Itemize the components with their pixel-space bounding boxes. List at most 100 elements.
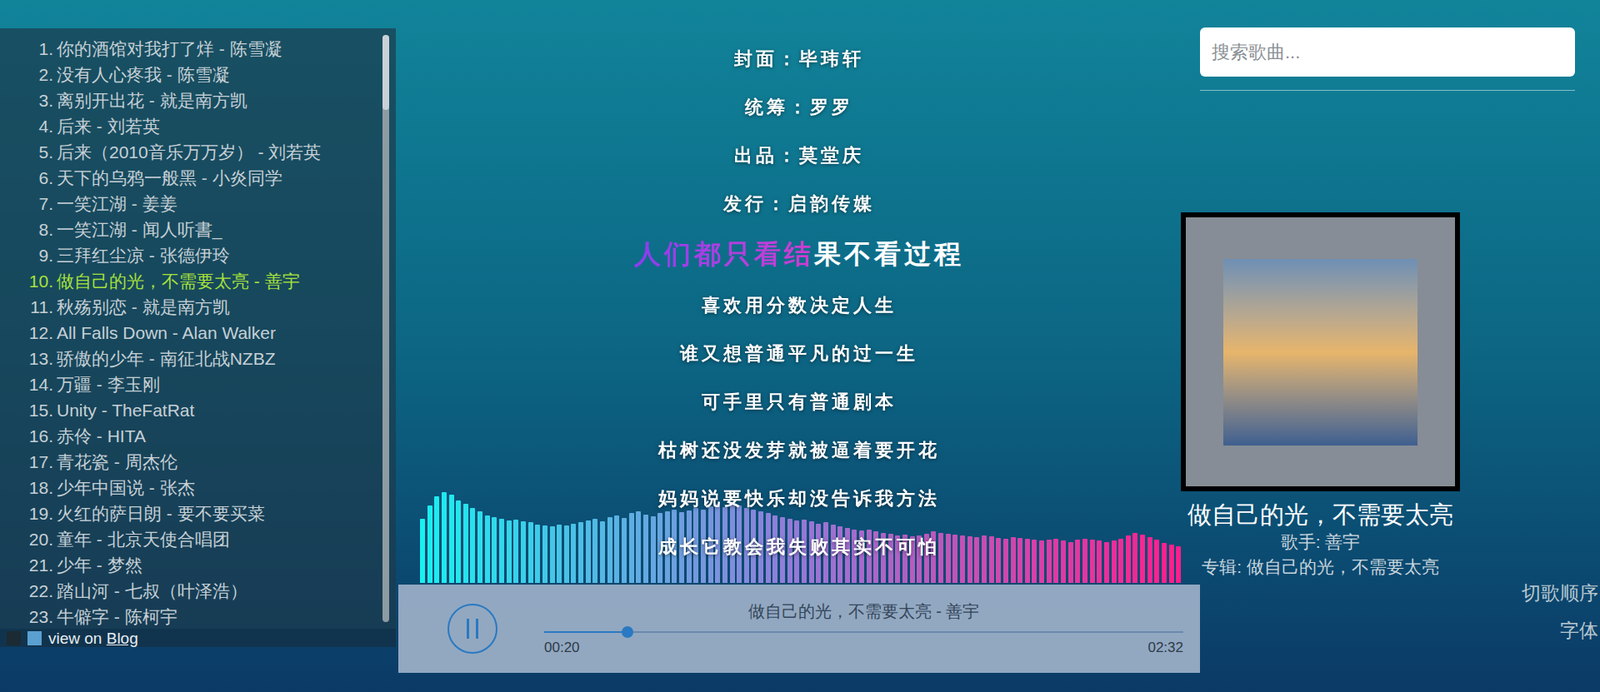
lyric-line: 可手里只有普通剧本 — [701, 377, 897, 426]
lyrics: 封面：毕玮轩统筹：罗罗出品：莫堂庆发行：启韵传媒人们都只看结果不看过程喜欢用分数… — [398, 0, 1200, 571]
playlist-item[interactable]: 7.一笑江湖 - 姜姜 — [0, 190, 396, 217]
visualizer-bar — [441, 492, 447, 584]
player-info: 做自己的光，不需要太亮 - 善宇 00:2002:32 — [544, 600, 1184, 659]
item-title: 踏山河 - 七叔（叶泽浩） — [53, 578, 248, 605]
visualizer-bar — [1140, 535, 1145, 584]
playlist-item[interactable]: 21.少年 - 梦然 — [0, 552, 396, 579]
playlist-item[interactable]: 22.踏山河 - 七叔（叶泽浩） — [0, 578, 396, 605]
playlist-item[interactable]: 8.一笑江湖 - 闻人听書_ — [0, 216, 396, 243]
item-title: 骄傲的少年 - 南征北战NZBZ — [53, 345, 276, 373]
playlist-item[interactable]: 14.万疆 - 李玉刚 — [0, 371, 396, 398]
playlist-item[interactable]: 18.少年中国说 - 张杰 — [0, 475, 396, 501]
visualizer-bar — [1075, 540, 1080, 584]
playlist-item[interactable]: 10.做自己的光，不需要太亮 - 善宇 — [0, 268, 396, 295]
playlist-item[interactable]: 11.秋殇别恋 - 就是南方凯 — [0, 294, 396, 320]
item-number: 4. — [0, 113, 54, 140]
visualizer-bar — [1010, 537, 1016, 584]
visualizer-bar — [1161, 543, 1167, 584]
blog-link[interactable]: Blog — [106, 630, 139, 648]
search-divider — [1200, 90, 1575, 91]
control-button[interactable]: 字体 — [1560, 618, 1599, 644]
player-times: 00:2002:32 — [544, 638, 1184, 659]
item-title: 牛僻字 - 陈柯宇 — [53, 604, 178, 630]
playlist-item[interactable]: 17.青花瓷 - 周杰伦 — [0, 449, 396, 475]
pause-button[interactable] — [447, 604, 498, 655]
visualizer-bar — [952, 535, 958, 584]
footer-text: view on Blog — [48, 630, 139, 647]
playlist-item[interactable]: 1.你的酒馆对我打了烊 - 陈雪凝 — [0, 35, 396, 62]
song-title: 做自己的光，不需要太亮 — [1187, 500, 1454, 530]
center-column: 封面：毕玮轩统筹：罗罗出品：莫堂庆发行：启韵传媒人们都只看结果不看过程喜欢用分数… — [398, 0, 1200, 692]
search-input[interactable]: 搜索歌曲... — [1200, 27, 1575, 77]
visualizer-bar — [542, 525, 548, 584]
playlist-item[interactable]: 15.Unity - TheFatRat — [0, 397, 396, 424]
song-album: 专辑: 做自己的光，不需要太亮 — [1201, 555, 1440, 580]
item-title: 少年 - 梦然 — [53, 552, 143, 580]
progress-thumb[interactable] — [621, 626, 634, 639]
visualizer-bar — [614, 515, 620, 584]
playlist-item[interactable]: 16.赤伶 - HITA — [0, 423, 396, 450]
visualizer-bar — [477, 511, 483, 584]
item-title: 离别开出花 - 就是南方凯 — [53, 87, 248, 115]
visualizer-bar — [564, 525, 570, 584]
item-title: 一笑江湖 - 闻人听書_ — [53, 216, 222, 244]
scrollbar[interactable] — [382, 35, 390, 623]
lyric-line: 统筹：罗罗 — [745, 82, 854, 131]
lyric-line: 封面：毕玮轩 — [734, 34, 865, 83]
visualizer-bar — [629, 513, 635, 584]
visualizer-bar — [427, 505, 433, 585]
playlist-item[interactable]: 4.后来 - 刘若英 — [0, 113, 396, 140]
controls: 切歌顺序字体 — [1521, 580, 1600, 644]
visualizer-bar — [960, 535, 965, 584]
playlist-item[interactable]: 23.牛僻字 - 陈柯宇 — [0, 604, 396, 630]
playlist-item[interactable]: 12.All Falls Down - Alan Walker — [0, 320, 396, 346]
item-title: 天下的乌鸦一般黑 - 小炎同学 — [53, 165, 283, 192]
lyric-sung: 人们都只看结 — [634, 234, 815, 275]
visualizer-bar — [1175, 546, 1181, 584]
scrollbar-thumb[interactable] — [382, 35, 390, 110]
playlist-item[interactable]: 13.骄傲的少年 - 南征北战NZBZ — [0, 345, 396, 372]
control-button[interactable]: 切歌顺序 — [1521, 580, 1599, 606]
visualizer-bar — [635, 511, 641, 584]
playlist-item[interactable]: 5.后来（2010音乐万万岁） - 刘若英 — [0, 139, 396, 165]
item-number: 20. — [0, 526, 54, 554]
visualizer-bar — [1154, 540, 1160, 584]
lyric-line: 谁又想普通平凡的过一生 — [680, 329, 919, 378]
playlist-item[interactable]: 19.火红的萨日朗 - 要不要买菜 — [0, 500, 396, 527]
visualizer-bar — [499, 519, 505, 584]
playlist-item[interactable]: 6.天下的乌鸦一般黑 - 小炎同学 — [0, 165, 396, 191]
lyric-line-current: 人们都只看结果不看过程 — [634, 227, 965, 281]
footer: view on Blog — [0, 629, 396, 648]
visualizer-bar — [1125, 535, 1131, 584]
item-number: 1. — [0, 35, 54, 63]
playlist-item[interactable]: 3.离别开出花 - 就是南方凯 — [0, 87, 396, 114]
item-title: 做自己的光，不需要太亮 - 善宇 — [53, 268, 300, 295]
playlist-item[interactable]: 2.没有人心疼我 - 陈雪凝 — [0, 61, 396, 88]
lyric-line: 发行：启韵传媒 — [723, 179, 875, 228]
visualizer-bar — [1060, 540, 1066, 584]
lyric-unsung: 果不看过程 — [814, 234, 965, 275]
item-number: 17. — [0, 449, 54, 476]
lyric-line: 出品：莫堂庆 — [734, 130, 865, 180]
visualizer-bar — [528, 522, 534, 584]
dark-square-icon — [6, 631, 21, 646]
visualizer-bar — [455, 500, 461, 584]
album-cover — [1180, 212, 1460, 492]
item-title: 没有人心疼我 - 陈雪凝 — [53, 61, 230, 89]
visualizer-bar — [1003, 539, 1009, 584]
visualizer-bar — [1031, 540, 1037, 584]
item-number: 9. — [0, 242, 54, 270]
playlist-item[interactable]: 20.童年 - 北京天使合唱团 — [0, 526, 396, 553]
item-number: 3. — [0, 87, 54, 115]
visualizer-bar — [1046, 540, 1052, 584]
progress-track[interactable] — [544, 626, 1184, 639]
playlist-item[interactable]: 9.三拜红尘凉 - 张德伊玲 — [0, 242, 396, 269]
visualizer-bar — [550, 526, 555, 584]
visualizer-bar — [1090, 540, 1095, 584]
item-title: 秋殇别恋 - 就是南方凯 — [53, 294, 230, 321]
player-title: 做自己的光，不需要太亮 - 善宇 — [544, 600, 1184, 624]
visualizer-bar — [1053, 539, 1059, 584]
visualizer-bar — [1039, 540, 1045, 584]
right-column: 搜索歌曲...做自己的光，不需要太亮歌手: 善宇专辑: 做自己的光，不需要太亮切… — [1200, 0, 1600, 692]
duration-time: 02:32 — [1147, 638, 1184, 659]
